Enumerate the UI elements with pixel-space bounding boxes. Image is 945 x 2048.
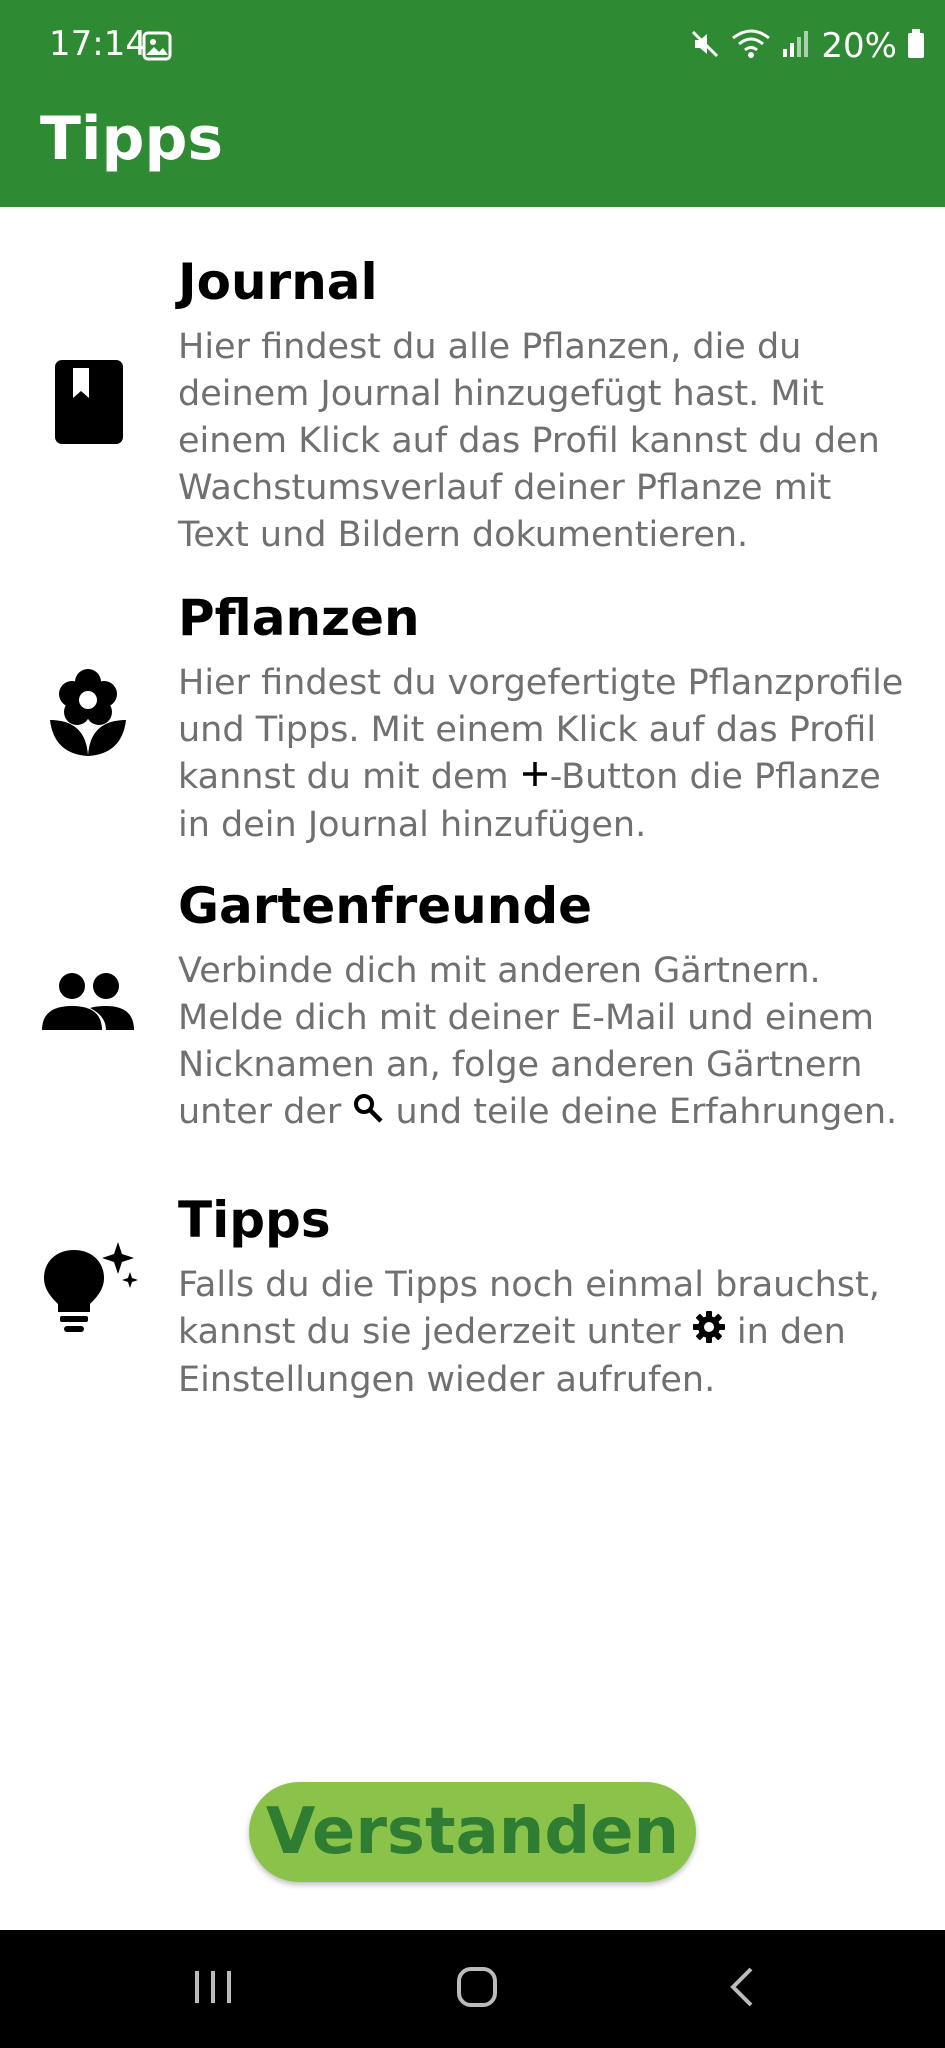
tip-line: Falls du die Tipps noch einmal brauchst,	[178, 1265, 880, 1305]
battery-percentage: 20%	[821, 26, 897, 66]
status-icons: 20%	[689, 24, 925, 68]
recent-apps-icon	[191, 1967, 235, 2012]
gear-icon	[692, 1310, 726, 1357]
journal-book-icon	[55, 360, 123, 449]
tip-line: Text und Bildern dokumentieren.	[178, 515, 749, 555]
tip-title: Tipps	[178, 1191, 331, 1249]
flower-icon	[50, 668, 126, 761]
system-navigation-bar	[0, 1930, 945, 2048]
tip-title: Pflanzen	[178, 589, 420, 647]
status-bar: 17:14 20%	[0, 0, 945, 92]
tip-line: kannst du mit dem -Button die Pflanze	[178, 754, 918, 802]
lightbulb-sparkle-icon	[44, 1242, 140, 1339]
people-icon	[42, 972, 134, 1037]
tip-line: Hier findest du alle Pflanzen, die du	[178, 327, 802, 367]
tip-description: Falls du die Tipps noch einmal brauchst,…	[178, 1262, 918, 1404]
tip-line: Verbinde dich mit anderen Gärtnern.	[178, 951, 821, 991]
tip-line: Hier findest du vorgefertigte Pflanzprof…	[178, 663, 904, 703]
understood-button[interactable]: Verstanden	[249, 1782, 696, 1882]
tip-title: Journal	[178, 253, 378, 311]
tip-text-segment: kannst du mit dem	[178, 757, 520, 797]
tip-text-segment: kannst du sie jederzeit unter	[178, 1312, 692, 1352]
tip-text-segment: und teile deine Erfahrungen.	[384, 1092, 898, 1132]
recent-apps-button[interactable]	[143, 1930, 283, 2048]
tip-line: in dein Journal hinzufügen.	[178, 804, 647, 845]
page-title: Tipps	[40, 104, 224, 174]
tip-line: deinem Journal hinzugefügt hast. Mit	[178, 374, 825, 414]
gallery-notification-icon	[142, 31, 172, 65]
tip-line: Nicknamen an, folge anderen Gärtnern	[178, 1045, 863, 1085]
status-time: 17:14	[49, 24, 147, 64]
home-button[interactable]	[407, 1930, 547, 2048]
tip-line: unter der und teile deine Erfahrungen.	[178, 1089, 918, 1137]
plus-icon	[520, 755, 550, 802]
search-icon	[352, 1090, 384, 1137]
tip-line: Melde dich mit deiner E-Mail und einem	[178, 998, 874, 1038]
tip-line: kannst du sie jederzeit unter in den	[178, 1309, 918, 1357]
app-bar: 17:14 20% Tipps	[0, 0, 945, 207]
tip-description: Hier findest du alle Pflanzen, die du de…	[178, 324, 918, 559]
tip-line: einem Klick auf das Profil kannst du den	[178, 421, 880, 461]
signal-icon	[781, 29, 811, 63]
tip-line: und Tipps. Mit einem Klick auf das Profi…	[178, 710, 877, 750]
home-icon	[455, 1965, 499, 2014]
tip-description: Verbinde dich mit anderen Gärtnern. Meld…	[178, 948, 918, 1137]
back-button[interactable]	[672, 1930, 812, 2048]
tip-line: Einstellungen wieder aufrufen.	[178, 1359, 716, 1400]
tip-title: Gartenfreunde	[178, 877, 593, 935]
tip-text-segment: in den	[725, 1312, 846, 1352]
mute-icon	[689, 28, 721, 64]
wifi-icon	[731, 28, 771, 64]
tip-text-segment: unter der	[178, 1092, 353, 1132]
tip-text-segment: -Button die Pflanze	[549, 757, 881, 797]
tip-description: Hier findest du vorgefertigte Pflanzprof…	[178, 660, 918, 849]
tip-line: Wachstumsverlauf deiner Pflanze mit	[178, 468, 832, 508]
battery-icon	[907, 29, 925, 63]
back-icon	[727, 1965, 757, 2014]
